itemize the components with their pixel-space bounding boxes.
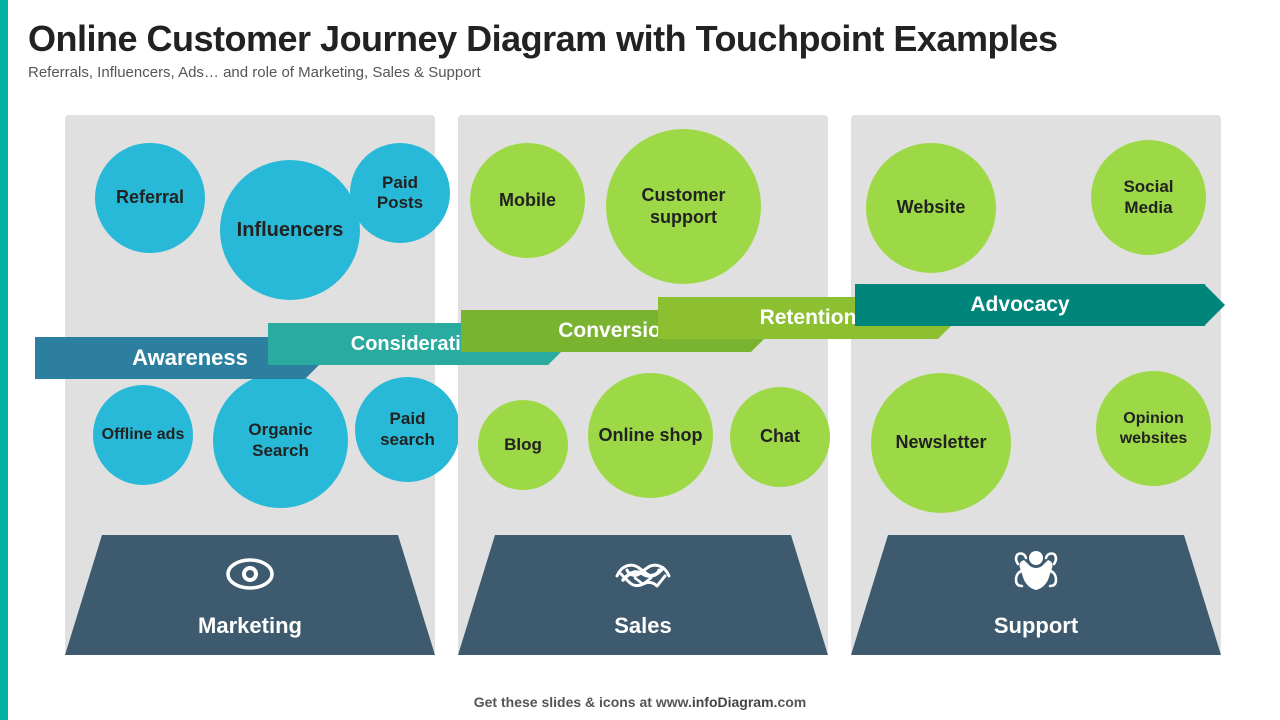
- left-accent-bar: [0, 0, 8, 720]
- banner-awareness: Awareness: [35, 337, 305, 379]
- support-label: Support: [994, 613, 1078, 639]
- col-support: Website Social Media Newsletter Opinion web…: [851, 115, 1221, 655]
- circle-referral: Referral: [95, 143, 205, 253]
- circle-chat: Chat: [730, 387, 830, 487]
- circle-opinion-websites: Opinion websites: [1096, 371, 1211, 486]
- support-icon: [1010, 548, 1062, 609]
- footer: Get these slides & icons at www.infoDiag…: [474, 694, 806, 710]
- support-bottom: Support: [851, 535, 1221, 655]
- circle-website: Website: [866, 143, 996, 273]
- circle-influencers: Influencers: [220, 160, 360, 300]
- circle-social-media: Social Media: [1091, 140, 1206, 255]
- circle-organic-search: Organic Search: [213, 373, 348, 508]
- page-subtitle: Referrals, Influencers, Ads… and role of…: [28, 64, 1058, 81]
- diagram: ReferralInfluencersPaid Posts Offline ads…: [65, 115, 1220, 680]
- page-title: Online Customer Journey Diagram with Tou…: [28, 18, 1058, 60]
- circle-paid-posts: Paid Posts: [350, 143, 450, 243]
- circle-paid-search: Paid search: [355, 377, 460, 482]
- footer-text: Get these slides & icons at www.: [474, 694, 692, 710]
- col-sales: MobileCustomer support Online shopBlog Cha…: [458, 115, 828, 655]
- circle-online-shop: Online shop: [588, 373, 713, 498]
- circle-newsletter: Newsletter: [871, 373, 1011, 513]
- footer-suffix: .com: [774, 694, 807, 710]
- circle-customer-support: Customer support: [606, 129, 761, 284]
- circle-mobile: Mobile: [470, 143, 585, 258]
- banner-advocacy: Advocacy: [855, 284, 1205, 326]
- marketing-bottom: Marketing: [65, 535, 435, 655]
- circle-offline-ads: Offline ads: [93, 385, 193, 485]
- sales-bottom: Sales: [458, 535, 828, 655]
- handshake-icon: [613, 548, 673, 609]
- header: Online Customer Journey Diagram with Tou…: [28, 18, 1058, 81]
- eye-icon: [224, 548, 276, 609]
- marketing-label: Marketing: [198, 613, 302, 639]
- circle-blog: Blog: [478, 400, 568, 490]
- col-marketing: ReferralInfluencersPaid PostsOffline ads…: [65, 115, 435, 655]
- footer-brand: infoDiagram: [692, 694, 774, 710]
- sales-label: Sales: [614, 613, 672, 639]
